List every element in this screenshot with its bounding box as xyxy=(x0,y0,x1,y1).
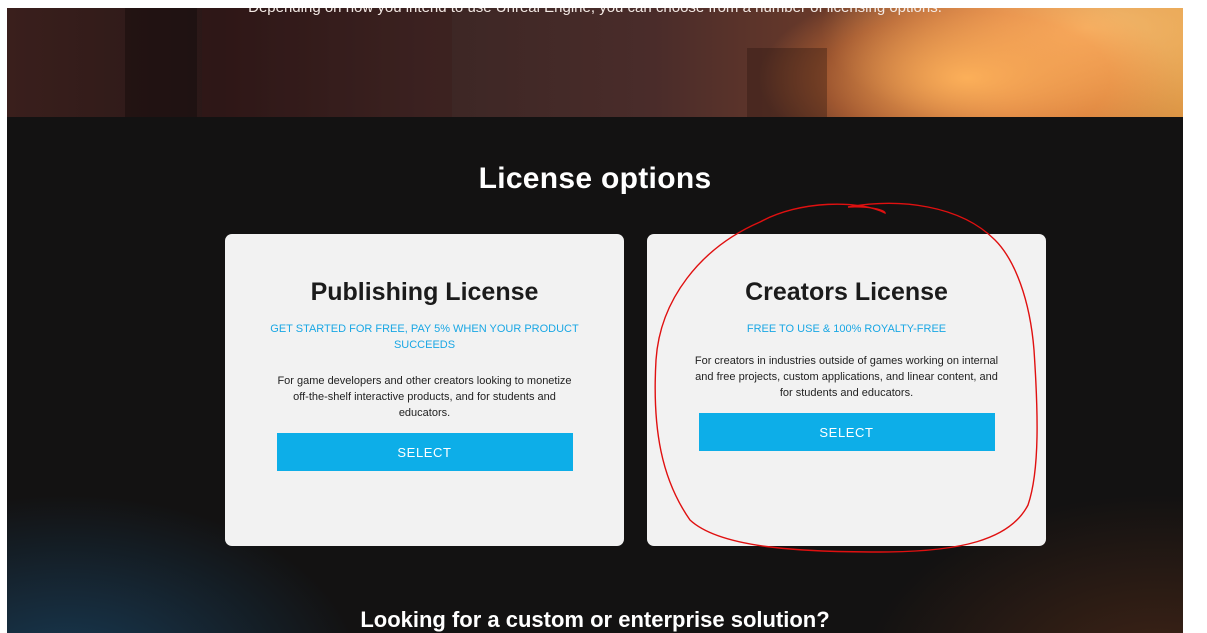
card-title: Publishing License xyxy=(310,278,539,306)
hero-subtitle: Depending on how you intend to use Unrea… xyxy=(7,8,1183,16)
section-title: License options xyxy=(478,162,712,195)
page: Depending on how you intend to use Unrea… xyxy=(7,8,1183,633)
card-description: For creators in industries outside of ga… xyxy=(694,355,999,399)
select-publishing-button[interactable]: SELECT xyxy=(276,433,573,471)
hero-graphic-block xyxy=(202,8,452,117)
hero-graphic-block xyxy=(125,8,197,117)
publishing-license-card: Publishing License GET STARTED FOR FREE,… xyxy=(225,234,624,546)
hero-banner: Depending on how you intend to use Unrea… xyxy=(7,8,1183,117)
hero-graphic-block xyxy=(747,48,827,117)
license-section: License options Publishing License GET S… xyxy=(7,117,1183,633)
card-description: For game developers and other creators l… xyxy=(277,375,572,419)
enterprise-heading: Looking for a custom or enterprise solut… xyxy=(360,607,830,632)
creators-license-card: Creators License FREE TO USE & 100% ROYA… xyxy=(647,234,1046,546)
card-title: Creators License xyxy=(745,278,948,306)
card-tagline: FREE TO USE & 100% ROYALTY-FREE xyxy=(746,323,947,335)
card-tagline: GET STARTED FOR FREE, PAY 5% WHEN YOUR P… xyxy=(270,323,579,351)
select-creators-button[interactable]: SELECT xyxy=(698,413,995,451)
